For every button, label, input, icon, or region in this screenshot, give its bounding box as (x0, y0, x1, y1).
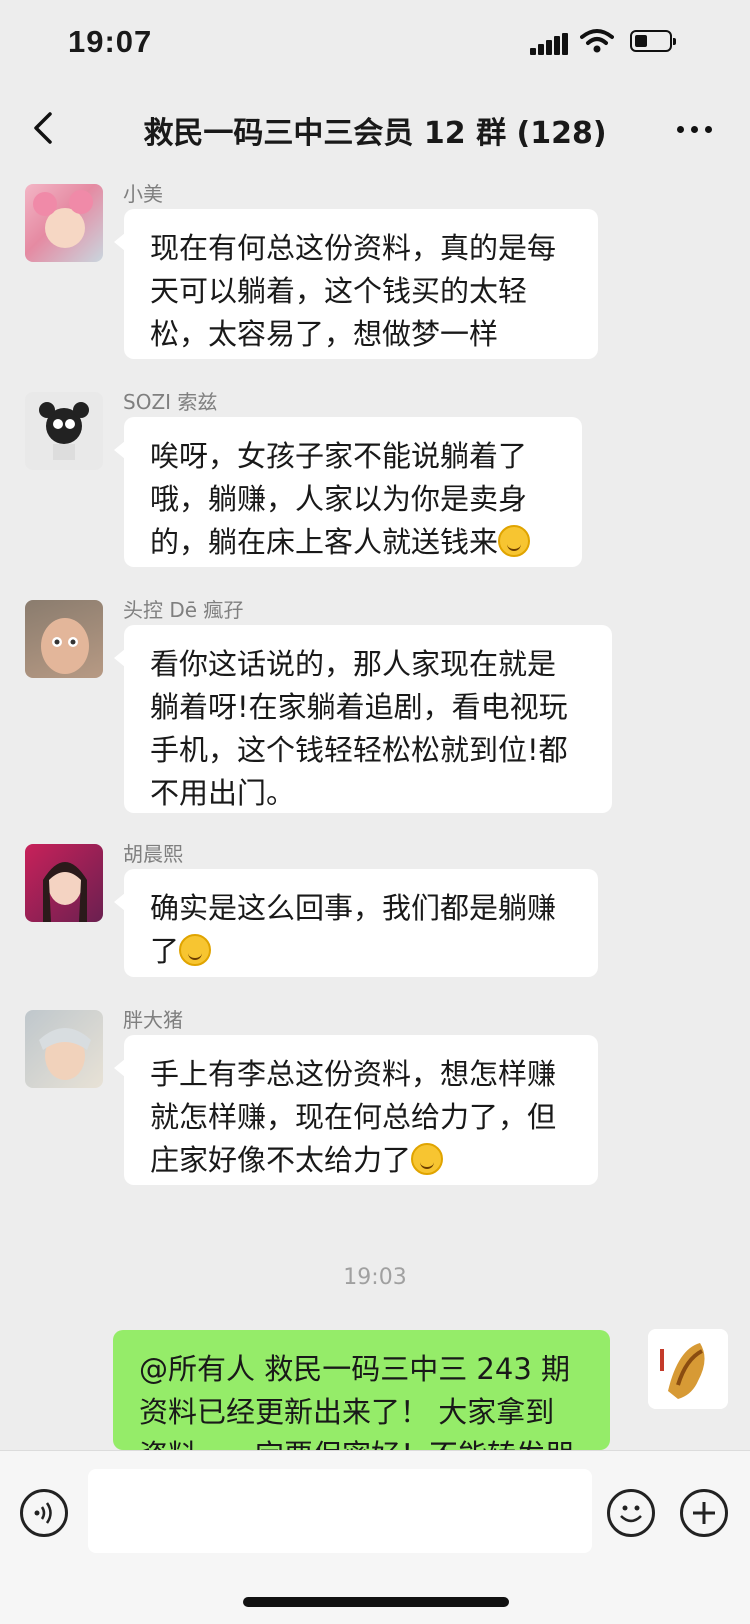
battery-icon (630, 30, 676, 52)
avatar[interactable] (25, 184, 103, 262)
message-bubble[interactable]: 现在有何总这份资料，真的是每 天可以躺着，这个钱买的太轻 松，太容易了，想做梦一… (114, 209, 598, 359)
message-line: 就怎样赚，现在何总给力了，但 (150, 1100, 557, 1134)
message-line: 松，太容易了，想做梦一样 (150, 317, 499, 351)
emoji-icon[interactable] (607, 1489, 655, 1537)
avatar[interactable] (25, 844, 103, 922)
status-bar: 19:07 (0, 0, 750, 92)
timestamp: 19:03 (343, 1265, 407, 1290)
grinning-emoji-icon (498, 525, 531, 557)
self-avatar[interactable] (648, 1329, 728, 1409)
cellular-signal-icon (530, 33, 568, 55)
message-bubble[interactable]: 手上有李总这份资料，想怎样赚 就怎样赚，现在何总给力了，但 庄家好像不太给力了 (114, 1035, 598, 1185)
home-indicator (243, 1597, 509, 1607)
sender-name: 胖大猪 (123, 1008, 183, 1032)
sender-name: 头控 Dē 瘋孖 (123, 598, 244, 622)
message-line: 天可以躺着，这个钱买的太轻 (150, 274, 528, 308)
message-line: 手上有李总这份资料，想怎样赚 (150, 1057, 557, 1091)
message-line: 确实是这么回事，我们都是躺赚 (150, 891, 557, 925)
avatar[interactable] (25, 1010, 103, 1088)
message-line: 哦，躺赚，人家以为你是卖身 (150, 482, 528, 516)
wifi-icon (580, 29, 614, 53)
message-line: 看你这话说的，那人家现在就是 (150, 647, 557, 681)
sender-name: 胡晨熙 (123, 842, 183, 866)
laughing-tears-emoji-icon (411, 1143, 444, 1175)
outgoing-message-bubble[interactable]: @所有人 救民一码三中三 243 期 资料已经更新出来了！ 大家拿到 资料，一定… (113, 1330, 610, 1450)
chat-header: 救民一码三中三会员 12 群 (128) (0, 92, 750, 170)
message-bubble[interactable]: 唉呀，女孩子家不能说躺着了 哦，躺赚，人家以为你是卖身 的，躺在床上客人就送钱来 (114, 417, 582, 567)
plus-icon[interactable] (680, 1489, 728, 1537)
message-input[interactable] (88, 1469, 592, 1553)
message-line: 的，躺在床上客人就送钱来 (150, 525, 499, 559)
message-line: 庄家好像不太给力了 (150, 1143, 412, 1177)
message-line: 资料已经更新出来了！ 大家拿到 (139, 1395, 555, 1429)
message-line: 现在有何总这份资料，真的是每 (150, 231, 557, 265)
message-bubble[interactable]: 确实是这么回事，我们都是躺赚 了 (114, 869, 598, 977)
status-time: 19:07 (68, 24, 153, 59)
avatar[interactable] (25, 392, 103, 470)
message-line: 了 (150, 934, 180, 968)
more-dots-icon[interactable] (675, 118, 715, 138)
avatar[interactable] (25, 600, 103, 678)
message-line: @所有人 救民一码三中三 243 期 (139, 1352, 571, 1386)
message-line: 躺着呀!在家躺着追剧，看电视玩 (150, 690, 568, 724)
voice-icon[interactable] (20, 1489, 68, 1537)
input-bar (0, 1450, 750, 1624)
message-line: 不用出门。 (150, 776, 296, 810)
message-line: 唉呀，女孩子家不能说躺着了 (150, 439, 528, 473)
thinking-emoji-icon (179, 934, 212, 966)
message-line: 资料，一定要保密好！不能转发朋 (139, 1434, 590, 1450)
sender-name: SOZI 索兹 (123, 390, 218, 414)
message-bubble[interactable]: 看你这话说的，那人家现在就是 躺着呀!在家躺着追剧，看电视玩 手机，这个钱轻轻松… (114, 625, 612, 813)
message-line: 手机，这个钱轻轻松松就到位!都 (150, 733, 568, 767)
sender-name: 小美 (123, 182, 163, 206)
chat-title: 救民一码三中三会员 12 群 (128) (143, 116, 607, 151)
